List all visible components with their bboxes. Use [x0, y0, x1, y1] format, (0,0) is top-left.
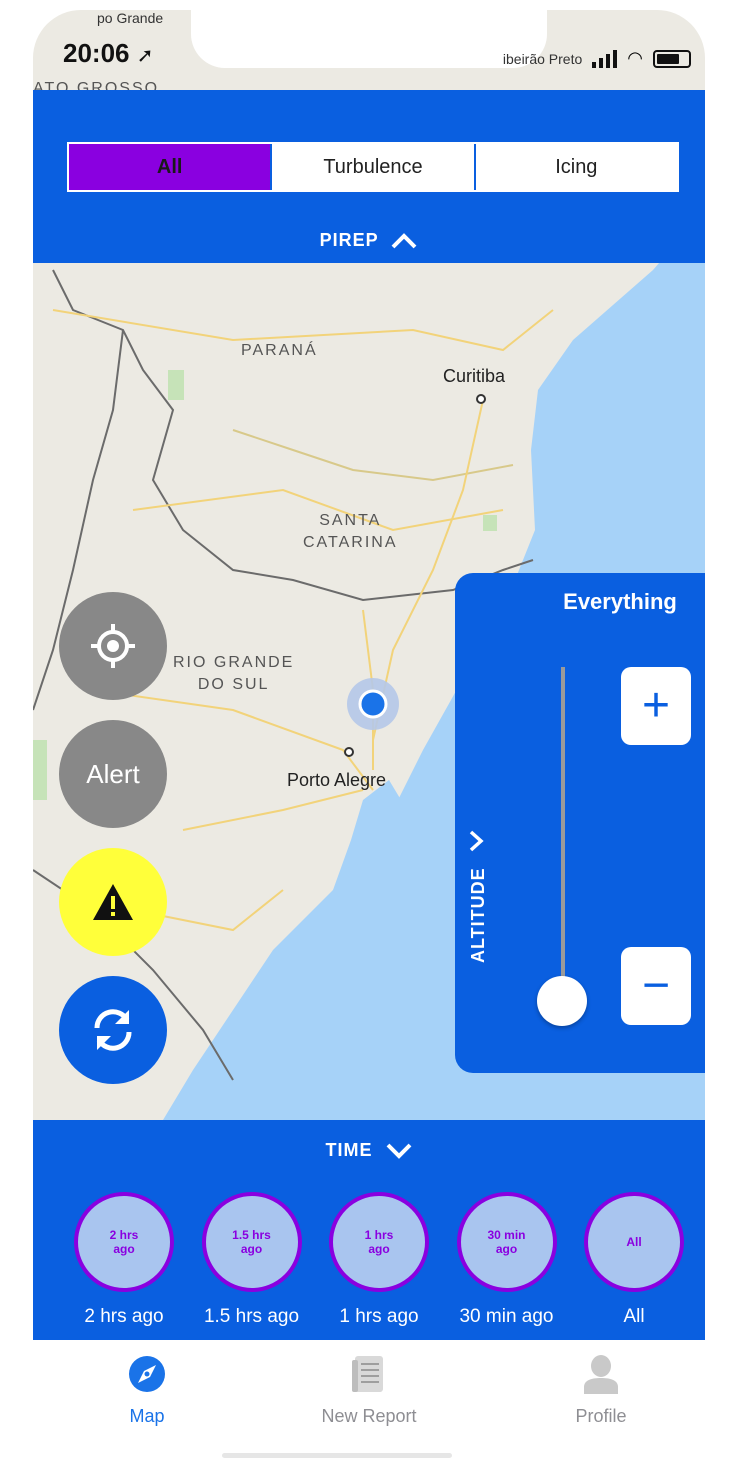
time-toggle[interactable]: TIME — [33, 1140, 705, 1161]
map-region-label: SANTA CATARINA — [303, 512, 398, 551]
chevron-down-icon — [386, 1143, 411, 1160]
altitude-panel: Everything ALTITUDE + − — [455, 573, 705, 1073]
time-chip[interactable]: 30 min ago — [456, 1192, 557, 1292]
tab-map[interactable]: Map — [47, 1354, 247, 1427]
altitude-slider-thumb[interactable] — [537, 976, 587, 1026]
person-icon — [584, 1355, 618, 1394]
battery-icon — [653, 49, 691, 68]
time-panel: TIME 2 hrs ago 2 hrs ago 1.5 hrs ago 1.5… — [33, 1120, 705, 1340]
plus-icon: + — [641, 679, 671, 732]
warning-triangle-icon — [93, 884, 133, 920]
time-option-label: All — [623, 1306, 645, 1327]
pirep-toggle[interactable]: PIREP — [33, 230, 705, 251]
notch — [191, 10, 547, 68]
segment-icing[interactable]: Icing — [473, 144, 677, 190]
time-option[interactable]: 1 hrs ago 1 hrs ago — [324, 1192, 434, 1328]
pirep-toggle-label: PIREP — [319, 230, 379, 250]
time-toggle-label: TIME — [325, 1140, 373, 1160]
altitude-slider-track[interactable] — [561, 667, 565, 997]
time-filter-chips: 2 hrs ago 2 hrs ago 1.5 hrs ago 1.5 hrs … — [69, 1192, 689, 1328]
map-label-top-left: po Grande — [97, 10, 164, 26]
time-chip[interactable]: 1 hrs ago — [329, 1192, 429, 1292]
altitude-value: Everything — [563, 589, 677, 614]
status-time: 20:06 ➚ — [63, 38, 154, 69]
time-option-label: 1.5 hrs ago — [203, 1306, 300, 1327]
cellular-signal-icon — [592, 49, 618, 68]
wifi-icon: ◠ — [627, 48, 643, 68]
map-city-label: Curitiba — [443, 366, 506, 386]
time-option-label: 1 hrs ago — [339, 1306, 419, 1327]
refresh-icon — [94, 1009, 132, 1051]
status-time-text: 20:06 — [63, 38, 130, 68]
pirep-panel: All Turbulence Icing PIREP — [33, 90, 705, 263]
crosshair-icon — [91, 624, 135, 668]
tab-profile-label: Profile — [575, 1406, 627, 1426]
time-option[interactable]: 1.5 hrs ago 1.5 hrs ago — [197, 1192, 307, 1328]
segment-turbulence[interactable]: Turbulence — [270, 144, 474, 190]
time-option-label: 2 hrs ago — [84, 1306, 164, 1327]
status-bar: po Grande 20:06 ➚ ibeirão Preto ◠ — [33, 10, 705, 90]
map-label-top-right: ibeirão Preto — [502, 50, 583, 67]
refresh-button[interactable] — [59, 976, 167, 1084]
map-region-label: PARANÁ — [241, 342, 318, 359]
time-chip[interactable]: 2 hrs ago — [74, 1192, 174, 1292]
tab-new-report[interactable]: New Report — [269, 1354, 469, 1427]
chevron-up-icon — [391, 233, 417, 249]
warning-report-button[interactable] — [59, 848, 167, 956]
home-indicator — [222, 1453, 452, 1458]
tab-profile[interactable]: Profile — [501, 1354, 701, 1427]
status-indicators: ibeirão Preto ◠ — [503, 48, 691, 69]
compass-icon — [129, 1356, 165, 1392]
time-option-label: 30 min ago — [459, 1306, 554, 1327]
alert-button-label: Alert — [86, 758, 140, 789]
time-chip[interactable]: 1.5 hrs ago — [201, 1192, 302, 1292]
document-icon — [352, 1356, 383, 1392]
tab-bar: Map New Report Profile — [33, 1340, 705, 1470]
time-option[interactable]: 30 min ago 30 min ago — [452, 1192, 562, 1328]
altitude-label: ALTITUDE — [467, 867, 488, 963]
alert-button[interactable]: Alert — [59, 720, 167, 828]
phone-screen: ATO GROSSO PARANÁ SANTA CATARINA RIO GRA… — [33, 10, 705, 1470]
locate-me-button[interactable] — [59, 592, 167, 700]
minus-icon: − — [641, 959, 671, 1012]
tab-new-report-label: New Report — [321, 1406, 417, 1426]
location-arrow-icon: ➚ — [136, 45, 154, 67]
altitude-decrease-button[interactable]: − — [621, 947, 691, 1025]
map-city-label: Porto Alegre — [287, 770, 387, 790]
tab-map-label: Map — [129, 1406, 165, 1426]
time-option[interactable]: All All — [579, 1192, 689, 1328]
time-option[interactable]: 2 hrs ago 2 hrs ago — [69, 1192, 179, 1328]
altitude-increase-button[interactable]: + — [621, 667, 691, 745]
chevron-down-icon — [469, 831, 484, 852]
segment-all[interactable]: All — [69, 144, 271, 190]
map-region-label: RIO GRANDE DO SUL — [173, 654, 295, 693]
time-chip[interactable]: All — [584, 1192, 684, 1292]
altitude-toggle[interactable]: ALTITUDE — [465, 663, 491, 963]
report-type-segmented-control: All Turbulence Icing — [67, 142, 679, 192]
